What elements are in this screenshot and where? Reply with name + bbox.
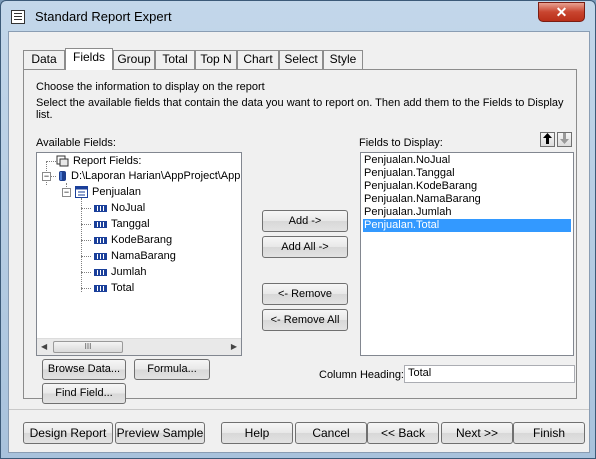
finish-button[interactable]: Finish xyxy=(513,422,585,444)
field-icon xyxy=(94,285,107,292)
move-down-button[interactable] xyxy=(557,132,572,147)
window-title: Standard Report Expert xyxy=(35,9,172,24)
tab-total[interactable]: Total xyxy=(155,50,195,69)
field-icon xyxy=(94,221,107,228)
fields-tab-panel: Choose the information to display on the… xyxy=(23,69,577,404)
tree-label: Report Fields: xyxy=(73,155,142,167)
instruction-line-2: Select the available fields that contain… xyxy=(36,97,564,121)
tree-label: Penjualan xyxy=(92,186,141,198)
tree-label: Jumlah xyxy=(111,266,147,278)
column-heading-label: Column Heading: xyxy=(319,369,404,381)
tab-group[interactable]: Group xyxy=(113,50,155,69)
arrow-down-icon xyxy=(560,133,569,144)
close-button[interactable]: ✕ xyxy=(538,2,585,22)
expand-toggle-table[interactable]: − xyxy=(62,188,71,197)
display-item[interactable]: Penjualan.Tanggal xyxy=(363,167,571,180)
move-up-button[interactable] xyxy=(540,132,555,147)
field-icon xyxy=(94,253,107,260)
add-button[interactable]: Add -> xyxy=(262,210,348,232)
table-icon xyxy=(75,186,88,198)
field-icon xyxy=(94,237,107,244)
design-report-button[interactable]: Design Report xyxy=(23,422,113,444)
remove-button[interactable]: <- Remove xyxy=(262,283,348,305)
back-button[interactable]: << Back xyxy=(367,422,439,444)
available-fields-tree[interactable]: Report Fields: − D:\Laporan Harian\AppPr… xyxy=(36,152,242,356)
display-item[interactable]: Penjualan.NoJual xyxy=(363,154,571,167)
arrow-up-icon xyxy=(543,133,552,144)
display-item[interactable]: Penjualan.Jumlah xyxy=(363,206,571,219)
tab-style[interactable]: Style xyxy=(323,50,363,69)
tree-label: NoJual xyxy=(111,202,146,214)
find-field-button[interactable]: Find Field... xyxy=(42,383,126,404)
next-button[interactable]: Next >> xyxy=(441,422,513,444)
available-fields-label: Available Fields: xyxy=(36,137,116,149)
cancel-button[interactable]: Cancel xyxy=(295,422,367,444)
field-icon xyxy=(94,205,107,212)
tab-fields[interactable]: Fields xyxy=(65,48,113,70)
preview-sample-button[interactable]: Preview Sample xyxy=(115,422,205,444)
tree-label: NamaBarang xyxy=(111,250,176,262)
fields-to-display-list[interactable]: Penjualan.NoJual Penjualan.Tanggal Penju… xyxy=(360,152,574,356)
scroll-left-icon[interactable]: ◀ xyxy=(41,342,47,351)
instruction-line-1: Choose the information to display on the… xyxy=(36,81,265,93)
scroll-thumb[interactable]: III xyxy=(53,341,123,353)
scroll-right-icon[interactable]: ▶ xyxy=(231,342,237,351)
fields-to-display-label: Fields to Display: xyxy=(359,137,443,149)
formula-button[interactable]: Formula... xyxy=(134,359,210,380)
tree-label: Tanggal xyxy=(111,218,150,230)
tab-top-n[interactable]: Top N xyxy=(195,50,237,69)
report-expert-window: Standard Report Expert ✕ Data Fields Gro… xyxy=(0,0,596,459)
field-icon xyxy=(94,269,107,276)
add-all-button[interactable]: Add All -> xyxy=(262,236,348,258)
tab-select[interactable]: Select xyxy=(279,50,323,69)
browse-data-button[interactable]: Browse Data... xyxy=(42,359,126,380)
footer-divider xyxy=(9,409,589,410)
display-item-selected[interactable]: Penjualan.Total xyxy=(363,219,571,232)
dialog-client: Data Fields Group Total Top N Chart Sele… xyxy=(8,31,590,453)
tree-label: Total xyxy=(111,282,135,294)
tab-chart[interactable]: Chart xyxy=(237,50,279,69)
tab-data[interactable]: Data xyxy=(23,50,65,69)
app-icon xyxy=(11,10,25,24)
report-fields-icon xyxy=(56,155,69,167)
database-icon xyxy=(59,171,66,181)
help-button[interactable]: Help xyxy=(221,422,293,444)
column-heading-input[interactable]: Total xyxy=(404,365,575,383)
horizontal-scrollbar[interactable]: ◀ III ▶ xyxy=(37,338,241,355)
tree-label: D:\Laporan Harian\AppProject\App xyxy=(71,170,241,182)
display-item[interactable]: Penjualan.NamaBarang xyxy=(363,193,571,206)
expand-toggle-database[interactable]: − xyxy=(42,172,51,181)
tree-label: KodeBarang xyxy=(111,234,173,246)
display-item[interactable]: Penjualan.KodeBarang xyxy=(363,180,571,193)
title-bar[interactable]: Standard Report Expert ✕ xyxy=(1,1,595,31)
remove-all-button[interactable]: <- Remove All xyxy=(262,309,348,331)
